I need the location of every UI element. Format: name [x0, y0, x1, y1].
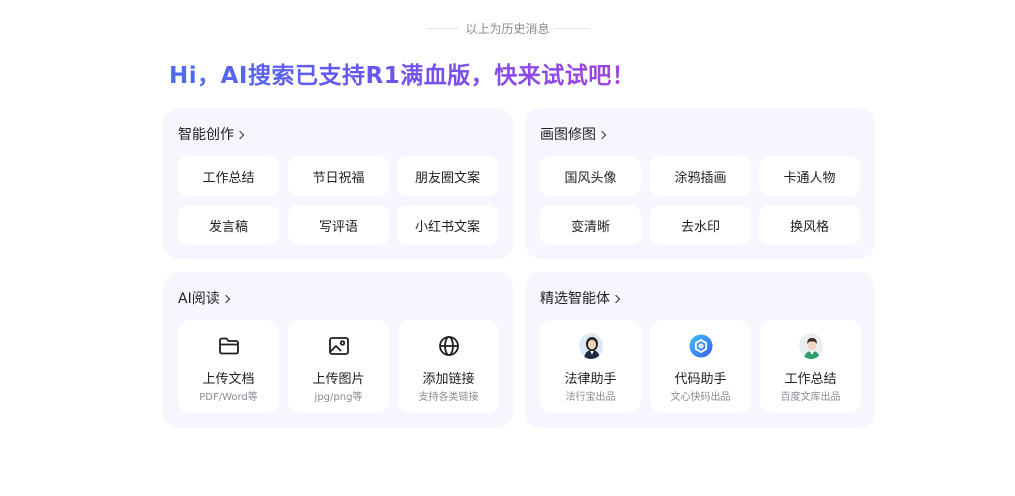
chip-sharpen[interactable]: 变清晰 [540, 205, 641, 245]
upload-image-label: 上传图片 [312, 372, 365, 387]
welcome-headline: Hi，AI搜索已支持R1满血版，快来试试吧！ [169, 56, 635, 90]
globe-icon [437, 334, 461, 358]
agent-work-summary[interactable]: 工作总结 百度文库出品 [760, 320, 861, 413]
image-icon [327, 334, 351, 358]
upload-document-sub: PDF/Word等 [199, 392, 258, 403]
chip-write-comment[interactable]: 写评语 [288, 205, 389, 245]
chevron-right-icon [597, 130, 607, 139]
chevron-right-icon [221, 294, 230, 303]
featured-agents-title-link[interactable]: 精选智能体 [540, 288, 621, 308]
chip-moments-copy[interactable]: 朋友圈文案 [397, 156, 498, 196]
ai-read-card: AI阅读 上传文档 PDF/Word等 上传图片 jpg/png等 添加链接 支… [163, 272, 513, 428]
agent-summary-label: 工作总结 [784, 372, 837, 387]
history-divider: 以上为历史消息 [0, 20, 1015, 37]
divider-line-right [555, 28, 588, 29]
chip-work-summary[interactable]: 工作总结 [178, 156, 279, 196]
agent-summary-sub: 百度文库出品 [780, 392, 841, 403]
add-link-tile[interactable]: 添加链接 支持各类链接 [398, 320, 499, 413]
upload-image-sub: jpg/png等 [314, 392, 363, 403]
featured-agents-card: 精选智能体 法律助手 法行宝出品 代码助手 文心快码出品 工作总结 百度文库出品 [525, 272, 875, 428]
smart-create-card: 智能创作 工作总结 节日祝福 朋友圈文案 发言稿 写评语 小红书文案 [163, 108, 513, 259]
chip-change-style[interactable]: 换风格 [759, 205, 860, 245]
image-edit-title: 画图修图 [540, 127, 596, 143]
folder-icon [217, 334, 241, 358]
ai-read-title-link[interactable]: AI阅读 [178, 288, 230, 308]
chip-xiaohongshu-copy[interactable]: 小红书文案 [397, 205, 498, 245]
chevron-right-icon [235, 130, 245, 139]
agent-code-label: 代码助手 [674, 372, 727, 387]
image-edit-card: 画图修图 国风头像 涂鸦插画 卡通人物 变清晰 去水印 换风格 [525, 108, 875, 259]
upload-document-label: 上传文档 [202, 372, 255, 387]
chip-remove-watermark[interactable]: 去水印 [650, 205, 751, 245]
featured-agents-title: 精选智能体 [540, 291, 610, 307]
chip-holiday-greeting[interactable]: 节日祝福 [288, 156, 389, 196]
chip-guofeng-avatar[interactable]: 国风头像 [540, 156, 641, 196]
add-link-label: 添加链接 [422, 372, 475, 387]
add-link-sub: 支持各类链接 [418, 392, 479, 403]
ai-read-title: AI阅读 [178, 291, 220, 307]
smart-create-title-link[interactable]: 智能创作 [178, 124, 245, 144]
divider-line-left [427, 28, 460, 29]
chip-speech-draft[interactable]: 发言稿 [178, 205, 279, 245]
lawyer-avatar-icon [578, 333, 603, 359]
agent-code-sub: 文心快码出品 [670, 392, 731, 403]
agent-legal-assistant[interactable]: 法律助手 法行宝出品 [540, 320, 641, 413]
chip-cartoon-character[interactable]: 卡通人物 [759, 156, 860, 196]
chevron-right-icon [611, 294, 621, 303]
code-logo-icon [688, 334, 713, 358]
upload-document-tile[interactable]: 上传文档 PDF/Word等 [178, 320, 279, 413]
worker-avatar-icon [798, 333, 823, 359]
image-edit-title-link[interactable]: 画图修图 [540, 124, 607, 144]
agent-legal-label: 法律助手 [564, 372, 617, 387]
smart-create-title: 智能创作 [178, 127, 234, 143]
agent-code-assistant[interactable]: 代码助手 文心快码出品 [650, 320, 751, 413]
chip-doodle-illustration[interactable]: 涂鸦插画 [650, 156, 751, 196]
upload-image-tile[interactable]: 上传图片 jpg/png等 [288, 320, 389, 413]
history-divider-text: 以上为历史消息 [465, 22, 550, 36]
agent-legal-sub: 法行宝出品 [565, 392, 616, 403]
